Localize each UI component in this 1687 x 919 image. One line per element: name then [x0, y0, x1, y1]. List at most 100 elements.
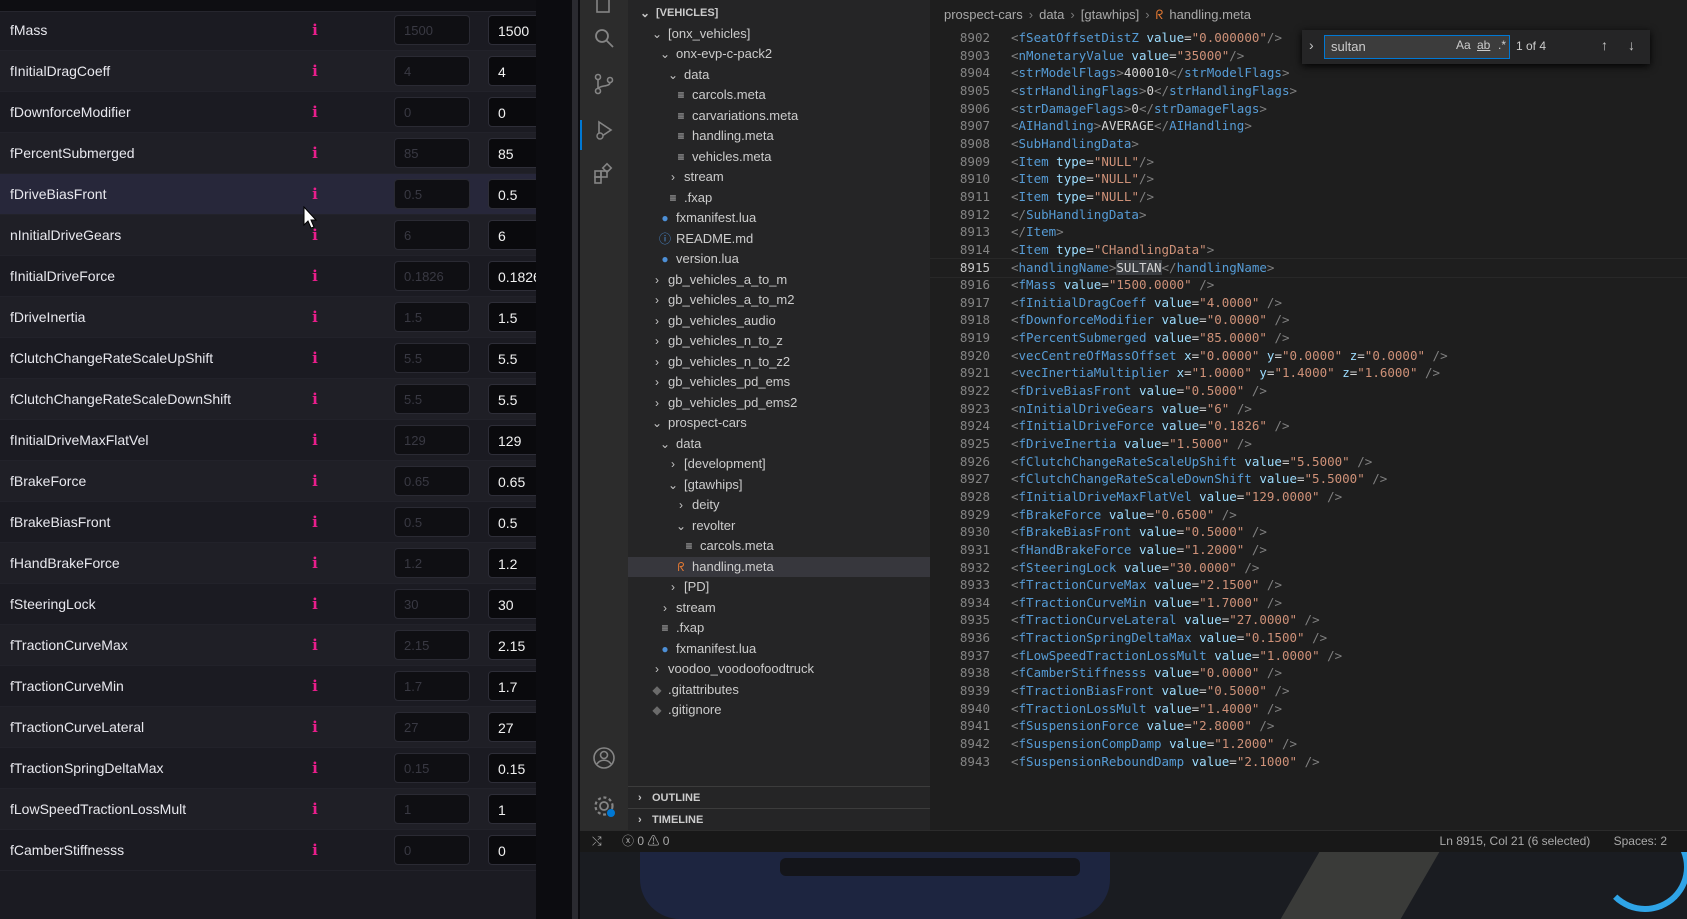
code-line[interactable]: 8910 <Item type="NULL"/>	[930, 170, 1687, 188]
timeline-section-header[interactable]: › TIMELINE	[628, 808, 930, 830]
code-line[interactable]: 8931 <fHandBrakeForce value="1.2000" />	[930, 541, 1687, 559]
explorer-folder[interactable]: › [PD]	[628, 577, 930, 598]
value-input[interactable]: 6	[488, 220, 536, 250]
explorer-folder[interactable]: › gb_vehicles_a_to_m	[628, 270, 930, 291]
info-icon[interactable]: i	[309, 584, 321, 625]
code-line[interactable]: 8905 <strHandlingFlags>0</strHandlingFlag…	[930, 82, 1687, 100]
explorer-folder[interactable]: › gb_vehicles_n_to_z2	[628, 352, 930, 373]
code-line[interactable]: 8923 <nInitialDriveGears value="6" />	[930, 400, 1687, 418]
code-line[interactable]: 8942 <fSuspensionCompDamp value="1.2000" …	[930, 735, 1687, 753]
explorer-folder[interactable]: › gb_vehicles_pd_ems	[628, 372, 930, 393]
code-line[interactable]: 8908 <SubHandlingData>	[930, 135, 1687, 153]
settings-gear-icon[interactable]	[592, 794, 616, 818]
info-icon[interactable]: i	[309, 502, 321, 543]
indentation-setting[interactable]: Spaces: 2	[1614, 834, 1667, 848]
info-icon[interactable]: i	[309, 338, 321, 379]
code-line[interactable]: 8912 </SubHandlingData>	[930, 206, 1687, 224]
run-debug-icon[interactable]	[592, 118, 616, 142]
explorer-folder[interactable]: ⌄ [onx_vehicles]	[628, 24, 930, 45]
code-line[interactable]: 8925 <fDriveInertia value="1.5000" />	[930, 435, 1687, 453]
code-line[interactable]: 8939 <fTractionBiasFront value="0.5000" /…	[930, 682, 1687, 700]
code-line[interactable]: 8941 <fSuspensionForce value="2.8000" />	[930, 717, 1687, 735]
explorer-folder[interactable]: › stream	[628, 167, 930, 188]
code-line[interactable]: 8921 <vecInertiaMultiplier x="1.0000" y="…	[930, 364, 1687, 382]
code-line[interactable]: 8932 <fSteeringLock value="30.0000" />	[930, 559, 1687, 577]
value-input[interactable]: 1.5	[488, 302, 536, 332]
code-line[interactable]: 8927 <fClutchChangeRateScaleDownShift val…	[930, 470, 1687, 488]
code-line[interactable]: 8916 <fMass value="1500.0000" />	[930, 276, 1687, 294]
previous-match-arrow-icon[interactable]: ↑	[1601, 37, 1608, 53]
source-control-icon[interactable]	[592, 72, 616, 96]
code-line[interactable]: 8907 <AIHandling>AVERAGE</AIHandling>	[930, 117, 1687, 135]
explorer-file[interactable]: ◆ .gitattributes	[628, 680, 930, 701]
explorer-file[interactable]: ≡ .fxap	[628, 618, 930, 639]
value-input[interactable]: 5.5	[488, 343, 536, 373]
value-input[interactable]: 0	[488, 835, 536, 865]
info-icon[interactable]: i	[309, 297, 321, 338]
code-line[interactable]: 8934 <fTractionCurveMin value="1.7000" />	[930, 594, 1687, 612]
value-input[interactable]: 85	[488, 138, 536, 168]
breadcrumb-item[interactable]: [gtawhips]	[1081, 7, 1140, 22]
explorer-file[interactable]: ● version.lua	[628, 249, 930, 270]
value-input[interactable]: 1500	[488, 15, 536, 45]
explorer-file[interactable]: ≡ handling.meta	[628, 126, 930, 147]
value-input[interactable]: 0	[488, 97, 536, 127]
extensions-icon[interactable]	[592, 162, 616, 186]
value-input[interactable]: 0.1826	[488, 261, 536, 291]
value-input[interactable]: 30	[488, 589, 536, 619]
code-line[interactable]: 8943 <fSuspensionReboundDamp value="2.100…	[930, 753, 1687, 771]
explorer-icon[interactable]	[592, 0, 616, 18]
explorer-file[interactable]: ≡ carvariations.meta	[628, 106, 930, 127]
code-line[interactable]: 8904 <strModelFlags>400010</strModelFlags…	[930, 64, 1687, 82]
explorer-folder[interactable]: › gb_vehicles_a_to_m2	[628, 290, 930, 311]
value-input[interactable]: 4	[488, 56, 536, 86]
explorer-folder[interactable]: ⌄ [VEHICLES]	[628, 3, 930, 24]
code-line[interactable]: 8922 <fDriveBiasFront value="0.5000" />	[930, 382, 1687, 400]
explorer-folder[interactable]: › gb_vehicles_pd_ems2	[628, 393, 930, 414]
info-icon[interactable]: i	[309, 133, 321, 174]
breadcrumb-item-current[interactable]: handling.meta	[1169, 7, 1251, 22]
breadcrumb-item[interactable]: prospect-cars	[944, 7, 1023, 22]
editor-area[interactable]: prospect-cars › data › [gtawhips] › ᖇ handling.…	[930, 0, 1687, 830]
explorer-folder[interactable]: › [development]	[628, 454, 930, 475]
explorer-folder[interactable]: › voodoo_voodoofoodtruck	[628, 659, 930, 680]
code-line[interactable]: 8913 </Item>	[930, 223, 1687, 241]
code-line[interactable]: 8936 <fTractionSpringDeltaMax value="0.15…	[930, 629, 1687, 647]
explorer-folder[interactable]: › deity	[628, 495, 930, 516]
breadcrumb-item[interactable]: data	[1039, 7, 1064, 22]
panel-scrollbar[interactable]	[572, 0, 578, 919]
code-line[interactable]: 8919 <fPercentSubmerged value="85.0000" /…	[930, 329, 1687, 347]
info-icon[interactable]: i	[309, 543, 321, 584]
code-line[interactable]: 8906 <strDamageFlags>0</strDamageFlags>	[930, 100, 1687, 118]
explorer-file[interactable]: ⓘ README.md	[628, 229, 930, 250]
code-line[interactable]: 8940 <fTractionLossMult value="1.4000" />	[930, 700, 1687, 718]
problems-indicator[interactable]: ⓧ 0 ⚠ 0	[622, 831, 669, 852]
explorer-folder[interactable]: › gb_vehicles_n_to_z	[628, 331, 930, 352]
regex-toggle[interactable]: .*	[1498, 38, 1506, 52]
explorer-file[interactable]: ≡ vehicles.meta	[628, 147, 930, 168]
code-line[interactable]: 8917 <fInitialDragCoeff value="4.0000" />	[930, 294, 1687, 312]
match-case-toggle[interactable]: Aa	[1456, 38, 1471, 52]
info-icon[interactable]: i	[309, 420, 321, 461]
value-input[interactable]: 5.5	[488, 384, 536, 414]
explorer-file[interactable]: ● fxmanifest.lua	[628, 208, 930, 229]
value-input[interactable]: 0.5	[488, 507, 536, 537]
info-icon[interactable]: i	[309, 789, 321, 830]
code-line[interactable]: 8909 <Item type="NULL"/>	[930, 153, 1687, 171]
explorer-folder[interactable]: ⌄ data	[628, 434, 930, 455]
code-line[interactable]: 8911 <Item type="NULL"/>	[930, 188, 1687, 206]
remote-indicator-icon[interactable]: ⤭	[592, 831, 602, 852]
code-line[interactable]: 8914 <Item type="CHandlingData">	[930, 241, 1687, 259]
info-icon[interactable]: i	[309, 379, 321, 420]
info-icon[interactable]: i	[309, 625, 321, 666]
code-line[interactable]: 8938 <fCamberStiffnesss value="0.0000" />	[930, 664, 1687, 682]
explorer-file[interactable]: ◆ .gitignore	[628, 700, 930, 721]
code-line[interactable]: 8918 <fDownforceModifier value="0.0000" /…	[930, 311, 1687, 329]
info-icon[interactable]: i	[309, 51, 321, 92]
code-line[interactable]: 8929 <fBrakeForce value="0.6500" />	[930, 506, 1687, 524]
info-icon[interactable]: i	[309, 830, 321, 871]
next-match-arrow-icon[interactable]: ↓	[1628, 37, 1635, 53]
explorer-file[interactable]: ≡ carcols.meta	[628, 85, 930, 106]
value-input[interactable]: 0.15	[488, 753, 536, 783]
code-line[interactable]: 8924 <fInitialDriveForce value="0.1826" /…	[930, 417, 1687, 435]
